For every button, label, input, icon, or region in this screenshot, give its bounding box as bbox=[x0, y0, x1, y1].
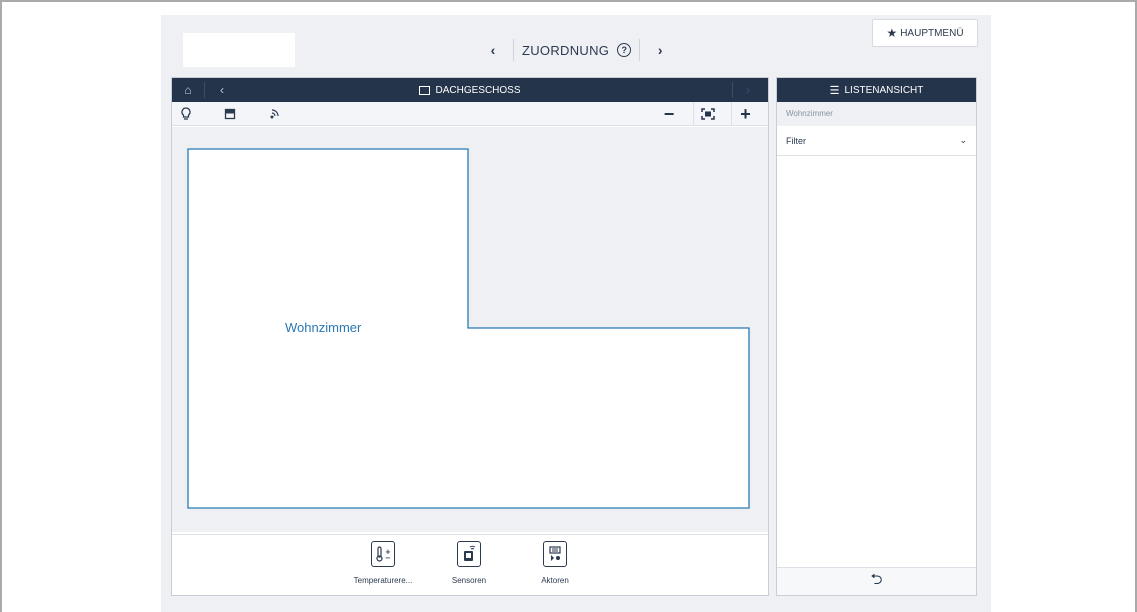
home-icon[interactable]: ⌂ bbox=[174, 78, 202, 102]
app: ‹ ZUORDNUNG ? › ★ HAUPTMENÜ DACHGESCHOSS… bbox=[161, 15, 991, 612]
logo-area bbox=[183, 33, 295, 67]
floor-plan-icon bbox=[419, 85, 431, 95]
room-outline bbox=[187, 148, 750, 509]
main-menu-label: HAUPTMENÜ bbox=[900, 27, 964, 39]
tile-label: Sensoren bbox=[451, 576, 487, 585]
tile-label: Aktoren bbox=[541, 576, 569, 585]
list-icon: ☰ bbox=[829, 84, 840, 97]
back-button[interactable]: ⮌ bbox=[777, 567, 976, 595]
floor-plan-header: DACHGESCHOSS ⌂ ‹ › bbox=[172, 78, 768, 102]
next-page-button[interactable]: › bbox=[648, 37, 672, 63]
list-body bbox=[777, 157, 976, 567]
previous-page-button[interactable]: ‹ bbox=[481, 37, 505, 63]
sensor-icon bbox=[457, 541, 481, 567]
floor-plan-panel: DACHGESCHOSS ⌂ ‹ › − + Wohnzimmer + − Te… bbox=[171, 77, 769, 596]
wireless-sensor-icon[interactable] bbox=[268, 106, 284, 122]
tile-temperature-control[interactable]: + − Temperaturere... bbox=[348, 541, 418, 585]
help-icon[interactable]: ? bbox=[617, 43, 632, 57]
filter-label: Filter bbox=[786, 135, 806, 146]
chevron-down-icon: ⌄ bbox=[959, 135, 967, 145]
tile-actuators[interactable]: Aktoren bbox=[520, 541, 590, 585]
filter-dropdown[interactable]: Filter ⌄ bbox=[777, 126, 976, 156]
nav-divider bbox=[639, 39, 641, 61]
room-shape-svg bbox=[187, 148, 750, 509]
tile-sensors[interactable]: Sensoren bbox=[434, 541, 504, 585]
floor-plan-canvas[interactable]: Wohnzimmer bbox=[172, 127, 768, 532]
list-view-title: LISTENANSICHT bbox=[844, 84, 924, 96]
zoom-in-button[interactable]: + bbox=[731, 102, 759, 126]
header-divider bbox=[204, 82, 205, 98]
list-subtitle: Wohnzimmer bbox=[777, 102, 976, 126]
zoom-out-button[interactable]: − bbox=[655, 102, 683, 126]
zoom-fit-button[interactable] bbox=[693, 102, 721, 126]
thermostat-icon: + − bbox=[371, 541, 395, 567]
star-icon: ★ bbox=[886, 26, 898, 40]
room-label[interactable]: Wohnzimmer bbox=[285, 320, 361, 335]
tile-label: Temperaturere... bbox=[353, 576, 413, 585]
svg-text:−: − bbox=[385, 554, 391, 562]
back-icon[interactable]: ‹ bbox=[208, 78, 236, 102]
header-divider bbox=[732, 82, 733, 98]
list-view-panel: ☰ LISTENANSICHT Wohnzimmer Filter ⌄ ⮌ bbox=[776, 77, 977, 596]
main-menu-button[interactable]: ★ HAUPTMENÜ bbox=[872, 19, 978, 47]
floor-title-label: DACHGESCHOSS bbox=[435, 84, 521, 96]
page-title: ZUORDNUNG bbox=[522, 42, 610, 58]
list-view-header: ☰ LISTENANSICHT bbox=[777, 78, 976, 102]
top-navigation: ‹ ZUORDNUNG ? › bbox=[481, 37, 672, 63]
floor-plan-toolbar: − + bbox=[172, 102, 768, 126]
bulb-icon[interactable] bbox=[178, 106, 194, 122]
floor-title: DACHGESCHOSS bbox=[172, 78, 768, 102]
blind-icon[interactable] bbox=[222, 106, 238, 122]
device-category-bar: + − Temperaturere... Sensoren Aktoren bbox=[172, 534, 768, 595]
forward-icon[interactable]: › bbox=[734, 78, 762, 102]
reply-arrow-icon: ⮌ bbox=[870, 571, 883, 588]
nav-divider bbox=[513, 39, 514, 61]
actuator-icon bbox=[543, 541, 567, 567]
